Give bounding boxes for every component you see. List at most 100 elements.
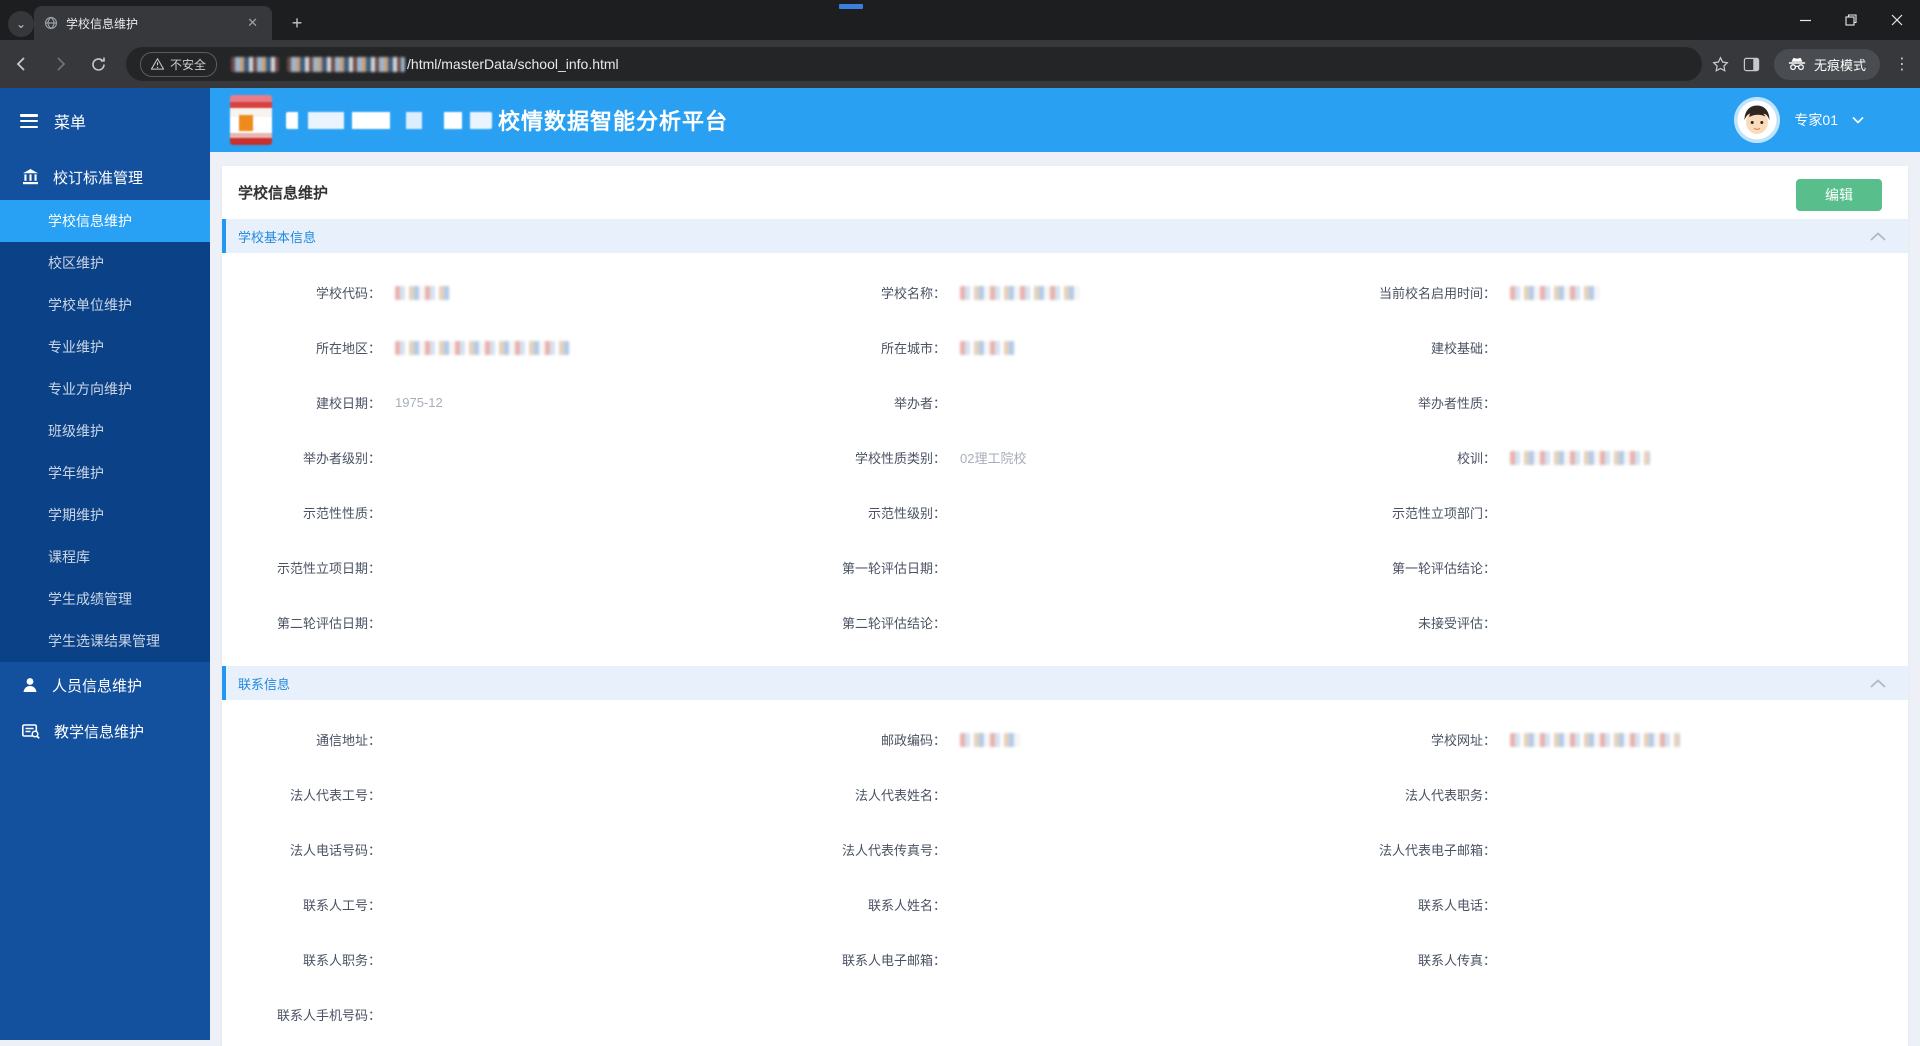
field-label: 邮政编码： — [880, 733, 946, 748]
field-grid: 学校代码： 学校名称： 当前校名启用时间： 所在地区： 所在城市： 建校基础： 建校日期： 1… — [222, 253, 1908, 650]
section-title: 联系信息 — [238, 676, 291, 692]
sidebar-item-人员信息维护[interactable]: 人员信息维护 — [0, 662, 210, 708]
globe-icon — [44, 16, 58, 30]
chevron-down-icon — [1852, 116, 1864, 124]
warning-icon — [151, 58, 164, 70]
sidebar-item-班级维护[interactable]: 班级维护 — [0, 410, 210, 452]
section-header-联系信息[interactable]: 联系信息 — [222, 666, 1908, 700]
field-联系人电话: 联系人电话： — [1346, 877, 1896, 932]
sidebar-item-学年维护[interactable]: 学年维护 — [0, 452, 210, 494]
not-secure-label: 不安全 — [170, 57, 207, 72]
school-info-card: 学校信息维护 编辑 学校基本信息 学校代码： 学校名称： 当前校名启用时间： 所在地区：… — [222, 166, 1908, 1046]
field-label: 学校网址： — [1430, 733, 1496, 748]
field-示范性级别: 示范性级别： — [796, 485, 1346, 540]
field-label: 当前校名启用时间： — [1378, 286, 1496, 301]
field-label: 建校基础： — [1430, 341, 1496, 356]
field-联系人职务: 联系人职务： — [246, 932, 796, 987]
window-close-button[interactable] — [1874, 0, 1920, 40]
sidebar-item-专业方向维护[interactable]: 专业方向维护 — [0, 368, 210, 410]
field-label: 法人代表职务： — [1404, 788, 1496, 803]
field-联系人传真: 联系人传真： — [1346, 932, 1896, 987]
field-grid: 通信地址： 邮政编码： 学校网址： 法人代表工号： 法人代表姓名： 法人代表职务： 法人电话… — [222, 700, 1908, 1042]
url-host-redacted — [287, 56, 406, 72]
browser-tab[interactable]: 学校信息维护 ✕ — [34, 6, 272, 40]
sidebar-item-课程库[interactable]: 课程库 — [0, 536, 210, 578]
incognito-icon — [1788, 57, 1806, 71]
browser-tab-strip: ⌄ 学校信息维护 ✕ + — [0, 0, 1920, 40]
hamburger-icon — [20, 114, 38, 128]
new-tab-button[interactable]: + — [284, 10, 310, 36]
tab-search-button[interactable]: ⌄ — [8, 11, 34, 37]
sidebar-item-学校信息维护[interactable]: 学校信息维护 — [0, 200, 210, 242]
field-label: 第一轮评估结论： — [1391, 561, 1496, 576]
section-header-学校基本信息[interactable]: 学校基本信息 — [222, 219, 1908, 253]
field-label: 法人代表传真号： — [841, 843, 946, 858]
user-menu[interactable]: 专家01 — [1734, 88, 1864, 152]
sidebar-menu-toggle[interactable]: 菜单 — [0, 88, 210, 154]
browser-menu-icon[interactable]: ⋮ — [1894, 56, 1910, 72]
sidebar-item-学生成绩管理[interactable]: 学生成绩管理 — [0, 578, 210, 620]
field-当前校名启用时间: 当前校名启用时间： — [1346, 265, 1896, 320]
sidebar-item-学期维护[interactable]: 学期维护 — [0, 494, 210, 536]
back-button[interactable] — [6, 48, 38, 80]
menu-label: 菜单 — [54, 115, 87, 132]
sidebar-item-label: 人员信息维护 — [52, 677, 143, 695]
field-邮政编码: 邮政编码： — [796, 712, 1346, 767]
field-示范性立项部门: 示范性立项部门： — [1346, 485, 1896, 540]
sidebar-item-学校单位维护[interactable]: 学校单位维护 — [0, 284, 210, 326]
sidebar-item-校区维护[interactable]: 校区维护 — [0, 242, 210, 284]
side-panel-icon[interactable] — [1743, 56, 1760, 73]
field-value-redacted — [395, 285, 450, 300]
forward-button[interactable] — [44, 48, 76, 80]
sidebar-item-校订标准管理[interactable]: 校订标准管理 — [0, 154, 210, 200]
field-label: 未接受评估： — [1417, 616, 1496, 631]
field-value-redacted — [1510, 285, 1600, 300]
incognito-badge[interactable]: 无痕模式 — [1773, 48, 1880, 80]
person-icon — [22, 677, 38, 693]
field-label: 联系人电子邮箱： — [841, 953, 946, 968]
field-label: 校训： — [1456, 451, 1496, 466]
app-header: 校情数据智能分析平台 专家01 — [210, 88, 1920, 152]
field-value-redacted — [395, 340, 570, 355]
field-法人代表工号: 法人代表工号： — [246, 767, 796, 822]
platform-title: 校情数据智能分析平台 — [498, 109, 729, 134]
field-value-redacted — [1510, 450, 1650, 465]
field-label: 举办者性质： — [1417, 396, 1496, 411]
bookmark-star-icon[interactable] — [1712, 55, 1729, 73]
field-value-redacted — [1510, 732, 1680, 747]
window-restore-button[interactable] — [1828, 0, 1874, 40]
field-第二轮评估日期: 第二轮评估日期： — [246, 595, 796, 650]
url-bar[interactable]: 不安全 /html/masterData/school_info.html — [126, 47, 1702, 81]
browser-toolbar: 不安全 /html/masterData/school_info.html 无痕… — [0, 40, 1920, 88]
field-第二轮评估结论: 第二轮评估结论： — [796, 595, 1346, 650]
sidebar-item-学生选课结果管理[interactable]: 学生选课结果管理 — [0, 620, 210, 662]
tab-close-icon[interactable]: ✕ — [243, 13, 262, 33]
field-label: 法人代表姓名： — [854, 788, 946, 803]
sidebar-item-教学信息维护[interactable]: 教学信息维护 — [0, 708, 210, 754]
field-示范性性质: 示范性性质： — [246, 485, 796, 540]
reload-button[interactable] — [82, 48, 114, 80]
field-法人代表电子邮箱: 法人代表电子邮箱： — [1346, 822, 1896, 877]
field-label: 示范性性质： — [302, 506, 381, 521]
bank-icon — [22, 169, 39, 185]
sidebar-item-专业维护[interactable]: 专业维护 — [0, 326, 210, 368]
window-minimize-button[interactable] — [1782, 0, 1828, 40]
chevron-up-icon[interactable] — [1870, 231, 1886, 241]
url-path: /html/masterData/school_info.html — [407, 56, 619, 72]
main-content: 学校信息维护 编辑 学校基本信息 学校代码： 学校名称： 当前校名启用时间： 所在地区：… — [210, 152, 1920, 1046]
field-第一轮评估结论: 第一轮评估结论： — [1346, 540, 1896, 595]
school-logo — [230, 95, 272, 145]
field-label: 学校性质类别： — [854, 451, 946, 466]
field-label: 建校日期： — [315, 396, 381, 411]
not-secure-chip[interactable]: 不安全 — [140, 51, 218, 77]
field-学校性质类别: 学校性质类别： 02理工院校 — [796, 430, 1346, 485]
field-value-redacted — [960, 285, 1080, 300]
field-法人电话号码: 法人电话号码： — [246, 822, 796, 877]
field-label: 第二轮评估结论： — [841, 616, 946, 631]
field-label: 联系人工号： — [302, 898, 381, 913]
sidebar-item-label: 教学信息维护 — [54, 723, 145, 741]
edit-button[interactable]: 编辑 — [1796, 179, 1882, 211]
field-label: 联系人电话： — [1417, 898, 1496, 913]
field-label: 示范性级别： — [867, 506, 946, 521]
chevron-up-icon[interactable] — [1870, 678, 1886, 688]
